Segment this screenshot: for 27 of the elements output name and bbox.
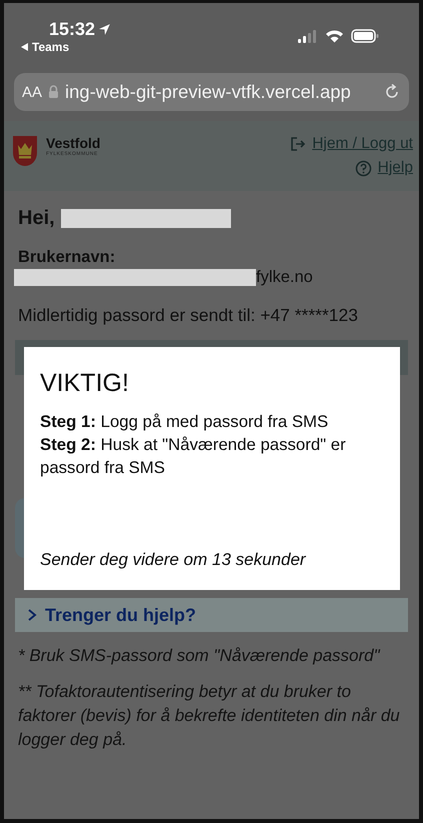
- logout-link[interactable]: Hjem / Logg ut: [312, 135, 413, 153]
- username-label: Brukernavn:: [18, 247, 116, 267]
- footnote: * Bruk SMS-passord som "Nåværende passord": [18, 645, 382, 667]
- address-bar[interactable]: AA ing-web-git-preview-vtfk.vercel.app: [14, 73, 409, 111]
- greeting: Hei,: [18, 206, 55, 230]
- help-toggle[interactable]: Trenger du hjelp?: [45, 604, 196, 626]
- signal-icon: [298, 30, 318, 42]
- status-time: 15:32: [49, 19, 96, 40]
- step-text: Steg 1: Logg på med passord fra SMS: [40, 411, 330, 433]
- footnote: ** Tofaktorautentisering betyr at du bruker to faktorer (bevis) for å bekrefte identiteten din når du logger deg på.: [18, 681, 401, 751]
- modal-title: VIKTIG!: [40, 369, 130, 398]
- battery-icon: [351, 29, 379, 43]
- back-to-app-link[interactable]: Teams: [32, 40, 70, 54]
- help-link[interactable]: Hjelp: [378, 159, 413, 177]
- location-arrow-icon: [98, 23, 112, 36]
- sms-notice: Midlertidig passord er sendt til: +47 *****123: [18, 305, 359, 325]
- crown-shield-icon: [12, 135, 38, 167]
- help-toggle-bar[interactable]: Trenger du hjelp?: [15, 598, 408, 632]
- wifi-icon: [325, 29, 344, 43]
- step-text: Steg 2: Husk at "Nåværende passord" er passord fra SMS: [40, 434, 347, 479]
- logo-name: Vestfold: [46, 135, 100, 151]
- username-value: fylke.no: [256, 267, 313, 287]
- logout-icon[interactable]: [290, 136, 306, 152]
- back-triangle-icon[interactable]: [21, 43, 29, 51]
- help-icon[interactable]: [354, 160, 372, 176]
- chevron-icon[interactable]: [27, 608, 37, 622]
- countdown-text: Sender deg videre om 13 sekunder: [40, 550, 307, 571]
